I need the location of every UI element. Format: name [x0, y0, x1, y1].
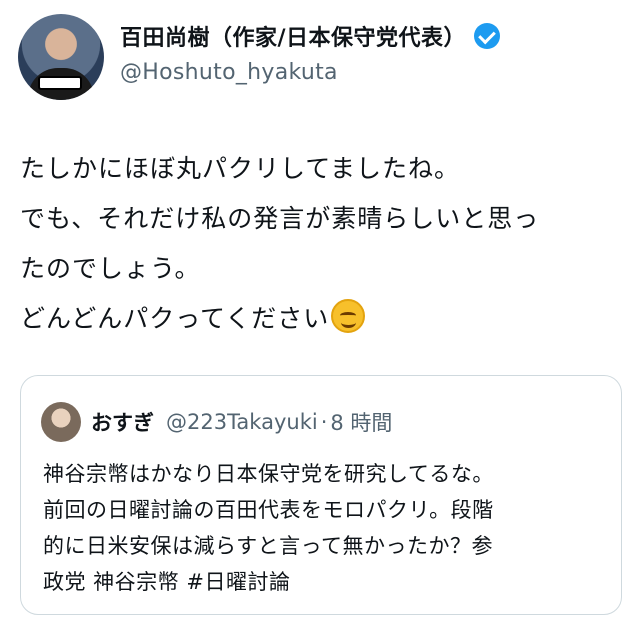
smiling-face-icon — [331, 299, 366, 333]
separator-dot: · — [320, 410, 328, 434]
avatar-badge — [38, 76, 82, 90]
quoted-tweet-text: 神谷宗幣はかなり日本保守党を研究してるな。 前回の日曜討論の百田代表をモロパクリ… — [43, 456, 613, 600]
tweet-line: たしかにほぼ丸パクリしてましたね。 — [20, 154, 461, 183]
quoted-avatar — [41, 402, 81, 442]
tweet-card: 百田尚樹（作家/日本保守党代表） @Hoshuto_hyakuta たしかにほぼ… — [0, 0, 640, 633]
quoted-line: 政党 神谷宗幣 #日曜討論 — [43, 570, 291, 594]
quoted-line: 前回の日曜討論の百田代表をモロパクリ。段階 — [43, 498, 494, 522]
quoted-line: 神谷宗幣はかなり日本保守党を研究してるな。 — [43, 462, 494, 486]
quoted-timestamp: 8 時間 — [330, 411, 393, 435]
quoted-display-name: おすぎ — [91, 411, 154, 435]
author-names: 百田尚樹（作家/日本保守党代表） @Hoshuto_hyakuta — [120, 20, 501, 85]
tweet-text: たしかにほぼ丸パクリしてましたね。 でも、それだけ私の発言が素晴らしいと思っ た… — [20, 144, 620, 344]
quoted-tweet-header: おすぎ @223Takayuki · 8 時間 — [41, 402, 392, 442]
quoted-line: 的に日米安保は減らすと言って無かったか？参 — [43, 534, 494, 558]
name-row: 百田尚樹（作家/日本保守党代表） — [120, 20, 501, 52]
tweet-line: でも、それだけ私の発言が素晴らしいと思っ — [20, 204, 540, 233]
tweet-line-text: どんどんパクってください — [20, 304, 330, 333]
author-handle[interactable]: @Hoshuto_hyakuta — [120, 60, 500, 85]
quoted-handle: @223Takayuki — [166, 410, 318, 434]
tweet-line: どんどんパクってください — [20, 294, 620, 344]
tweet-line: たのでしょう。 — [20, 254, 201, 283]
verified-badge-icon[interactable] — [474, 23, 501, 49]
avatar[interactable] — [18, 14, 104, 100]
author-display-name[interactable]: 百田尚樹（作家/日本保守党代表） — [120, 20, 466, 52]
quoted-tweet[interactable]: おすぎ @223Takayuki · 8 時間 神谷宗幣はかなり日本保守党を研究… — [20, 375, 622, 615]
tweet-header: 百田尚樹（作家/日本保守党代表） @Hoshuto_hyakuta — [18, 14, 501, 100]
